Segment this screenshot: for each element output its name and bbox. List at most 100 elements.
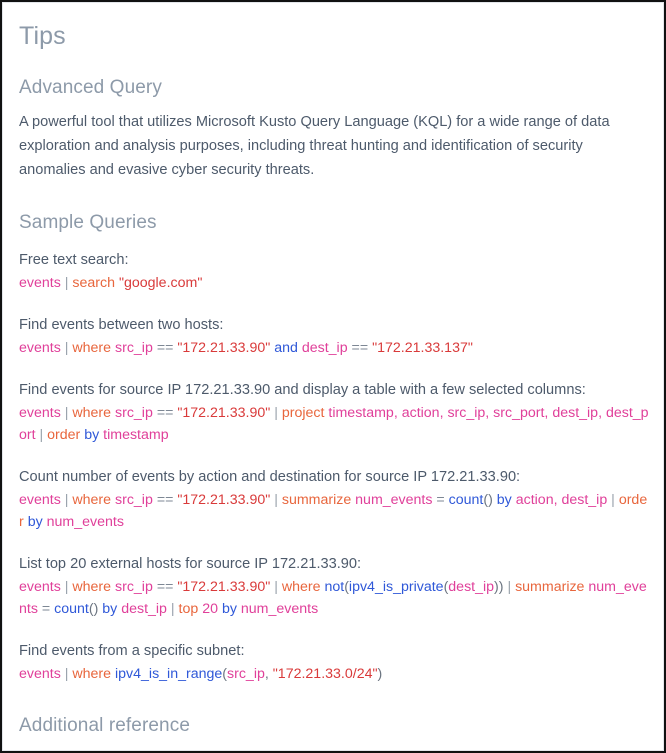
sample-query-code[interactable]: events | where src_ip == "172.21.33.90" … (19, 402, 649, 446)
sample-query-item: Find events from a specific subnet: even… (17, 640, 649, 685)
section-heading-sample-queries: Sample Queries (19, 212, 157, 234)
kql-token-parens: )) (494, 579, 504, 596)
kql-token-column: timestamp (103, 427, 169, 444)
kql-token-string: "172.21.33.90" (177, 405, 271, 422)
kql-token-pipe: | (270, 405, 282, 422)
kql-token-column: num_events (355, 492, 433, 509)
kql-token-table: events (19, 275, 61, 292)
kql-token-operator: == (156, 492, 174, 509)
kql-token-column-list: action, dest_ip (515, 492, 608, 509)
kql-token-logic: by (496, 492, 512, 509)
kql-token-table: events (19, 405, 61, 422)
kql-token-function: ipv4_is_in_range (115, 666, 223, 683)
kql-token-pipe: | (60, 579, 73, 596)
kql-token-keyword: summarize (515, 579, 585, 596)
kql-token-column: src_ip (115, 340, 153, 357)
kql-token-keyword: project (281, 405, 325, 422)
kql-token-keyword: summarize (281, 492, 352, 509)
kql-token-pipe: | (60, 492, 73, 509)
sample-query-code[interactable]: events | search "google.com" (19, 272, 649, 294)
kql-token-keyword: top (178, 601, 199, 618)
kql-token-pipe: | (60, 666, 73, 683)
kql-token-keyword: where (72, 492, 112, 509)
kql-token-pipe: | (35, 427, 48, 444)
kql-token-function: count (448, 492, 484, 509)
kql-token-operator: = (436, 492, 445, 509)
kql-token-operator: == (156, 405, 174, 422)
sample-query-item: Count number of events by action and des… (17, 466, 649, 533)
sample-query-label: Find events from a specific subnet: (19, 643, 245, 660)
kql-token-column: src_ip (115, 579, 153, 596)
kql-token-string: "172.21.33.90" (177, 579, 271, 596)
kql-token-pipe: | (60, 275, 73, 292)
kql-token-column: src_ip (227, 666, 265, 683)
kql-token-logic: by (27, 514, 43, 531)
sample-query-code[interactable]: events | where src_ip == "172.21.33.90" … (19, 576, 649, 620)
sample-query-label: Count number of events by action and des… (19, 469, 521, 486)
kql-token-pipe: | (607, 492, 619, 509)
kql-token-keyword: search (72, 275, 115, 292)
kql-token-column: num_events (46, 514, 124, 531)
kql-token-pipe: | (60, 405, 73, 422)
kql-token-pipe: | (60, 340, 73, 357)
kql-token-function: count (54, 601, 89, 618)
sample-query-item: List top 20 external hosts for source IP… (17, 553, 649, 620)
kql-token-table: events (19, 340, 61, 357)
kql-token-string: "google.com" (118, 275, 203, 292)
kql-token-column: dest_ip (448, 579, 495, 596)
kql-token-string: "172.21.33.0/24" (272, 666, 378, 683)
kql-token-keyword: where (281, 579, 321, 596)
kql-token-string: "172.21.33.137" (372, 340, 473, 357)
kql-token-column: dest_ip (121, 601, 167, 618)
tips-panel-inner: Tips Advanced Query A powerful tool that… (2, 2, 664, 751)
kql-token-keyword: where (72, 405, 112, 422)
kql-token-string: "172.21.33.90" (177, 340, 271, 357)
kql-token-operator: = (41, 601, 51, 618)
kql-token-keyword: where (72, 666, 112, 683)
sample-query-item: Find events for source IP 172.21.33.90 a… (17, 379, 649, 446)
kql-token-pipe: | (503, 579, 516, 596)
kql-token-keyword: where (72, 579, 112, 596)
kql-token-parens: () (483, 492, 493, 509)
sample-query-code[interactable]: events | where ipv4_is_in_range(src_ip, … (19, 663, 649, 685)
kql-token-pipe: | (270, 492, 282, 509)
sample-query-code[interactable]: events | where src_ip == "172.21.33.90" … (19, 337, 649, 359)
kql-token-parens: () (88, 601, 99, 618)
page-title: Tips (19, 22, 66, 50)
kql-token-function: not (324, 579, 345, 596)
tips-panel: Tips Advanced Query A powerful tool that… (0, 0, 666, 753)
kql-token-column: src_ip (115, 492, 153, 509)
sample-query-label: Free text search: (19, 252, 129, 269)
section-heading-additional-reference: Additional reference (19, 715, 190, 737)
sample-query-label: Find events for source IP 172.21.33.90 a… (19, 382, 586, 399)
kql-token-table: events (19, 579, 61, 596)
kql-token-operator: == (351, 340, 369, 357)
section-heading-advanced-query: Advanced Query (19, 76, 162, 98)
kql-token-string: "172.21.33.90" (177, 492, 271, 509)
kql-token-number: 20 (202, 601, 218, 618)
kql-token-logic: and (274, 340, 298, 357)
sample-query-item: Free text search: events | search "googl… (17, 249, 649, 294)
kql-token-column: src_ip (115, 405, 153, 422)
kql-token-column: dest_ip (301, 340, 348, 357)
kql-token-parens: ) (377, 666, 383, 683)
sample-query-label: List top 20 external hosts for source IP… (19, 556, 362, 573)
sample-query-label: Find events between two hosts: (19, 317, 224, 334)
kql-token-operator: == (156, 579, 174, 596)
kql-token-table: events (19, 492, 61, 509)
advanced-query-description: A powerful tool that utilizes Microsoft … (19, 114, 610, 179)
kql-token-logic: by (84, 427, 100, 444)
kql-token-function: ipv4_is_private (348, 579, 444, 596)
kql-token-pipe: | (166, 601, 179, 618)
sample-query-item: Find events between two hosts: events | … (17, 314, 649, 359)
kql-token-table: events (19, 666, 61, 683)
kql-token-keyword: order (47, 427, 81, 444)
kql-token-pipe: | (270, 579, 282, 596)
kql-token-column: num_events (240, 601, 319, 618)
kql-token-logic: by (102, 601, 118, 618)
kql-token-keyword: where (72, 340, 112, 357)
sample-query-code[interactable]: events | where src_ip == "172.21.33.90" … (19, 489, 649, 533)
kql-token-comma: , (264, 666, 273, 683)
kql-token-logic: by (221, 601, 237, 618)
kql-token-operator: == (156, 340, 174, 357)
